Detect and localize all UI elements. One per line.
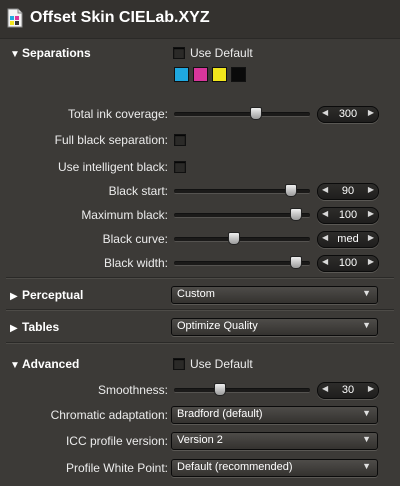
icc-profile-version-dropdown[interactable]: Version 2 ▼ xyxy=(171,432,378,450)
black-width-slider-knob[interactable] xyxy=(289,256,302,269)
disclosure-expanded-icon: ▼ xyxy=(10,360,20,371)
black-start-label: Black start: xyxy=(108,184,168,198)
total-ink-stepper[interactable]: ◀ 300 ▶ xyxy=(317,106,379,123)
smoothness-value[interactable]: 30 xyxy=(328,384,368,396)
increment-arrow-icon[interactable]: ▶ xyxy=(368,185,374,194)
section-divider xyxy=(6,277,394,279)
black-curve-slider-knob[interactable] xyxy=(228,232,241,245)
yellow-ink-swatch xyxy=(212,67,227,82)
black-start-value[interactable]: 90 xyxy=(328,185,368,197)
chromatic-adaptation-label: Chromatic adaptation: xyxy=(50,408,168,422)
smoothness-stepper[interactable]: ◀ 30 ▶ xyxy=(317,382,379,399)
cyan-ink-swatch xyxy=(174,67,189,82)
perceptual-section-toggle[interactable]: ▶ Perceptual xyxy=(10,288,83,302)
advanced-use-default-checkbox[interactable] xyxy=(173,358,185,370)
tables-selected: Optimize Quality xyxy=(177,320,258,332)
total-ink-slider-track[interactable] xyxy=(174,112,310,117)
maximum-black-slider-knob[interactable] xyxy=(289,208,302,221)
full-black-label: Full black separation: xyxy=(54,133,168,147)
chevron-down-icon: ▼ xyxy=(362,434,371,444)
increment-arrow-icon[interactable]: ▶ xyxy=(368,108,374,117)
black-width-value[interactable]: 100 xyxy=(328,257,368,269)
total-ink-label: Total ink coverage: xyxy=(67,107,168,121)
black-curve-stepper[interactable]: ◀ med ▶ xyxy=(317,231,379,248)
chromatic-adaptation-selected: Bradford (default) xyxy=(177,408,263,420)
chevron-down-icon: ▼ xyxy=(362,320,371,330)
separations-use-default-checkbox[interactable] xyxy=(173,47,185,59)
chevron-down-icon: ▼ xyxy=(362,288,371,298)
profile-white-point-label: Profile White Point: xyxy=(65,461,168,475)
black-start-stepper[interactable]: ◀ 90 ▶ xyxy=(317,183,379,200)
smoothness-label: Smoothness: xyxy=(97,383,168,397)
total-ink-slider-knob[interactable] xyxy=(249,107,262,120)
perceptual-dropdown[interactable]: Custom ▼ xyxy=(171,286,378,304)
increment-arrow-icon[interactable]: ▶ xyxy=(368,209,374,218)
increment-arrow-icon[interactable]: ▶ xyxy=(368,233,374,242)
maximum-black-label: Maximum black: xyxy=(81,208,168,222)
black-width-label: Black width: xyxy=(103,256,168,270)
advanced-section-toggle[interactable]: ▼ Advanced xyxy=(10,357,79,371)
magenta-ink-swatch xyxy=(193,67,208,82)
maximum-black-stepper[interactable]: ◀ 100 ▶ xyxy=(317,207,379,224)
window-title: Offset Skin CIELab.XYZ xyxy=(30,9,210,26)
section-divider xyxy=(6,309,394,311)
maximum-black-value[interactable]: 100 xyxy=(328,209,368,221)
black-curve-value[interactable]: med xyxy=(328,233,368,245)
section-divider xyxy=(6,342,394,344)
disclosure-collapsed-icon: ▶ xyxy=(10,291,18,302)
chromatic-adaptation-dropdown[interactable]: Bradford (default) ▼ xyxy=(171,406,378,424)
total-ink-value[interactable]: 300 xyxy=(328,108,368,120)
chevron-down-icon: ▼ xyxy=(362,461,371,471)
black-width-stepper[interactable]: ◀ 100 ▶ xyxy=(317,255,379,272)
disclosure-expanded-icon: ▼ xyxy=(10,49,20,60)
increment-arrow-icon[interactable]: ▶ xyxy=(368,384,374,393)
icc-profile-version-selected: Version 2 xyxy=(177,434,223,446)
profile-white-point-dropdown[interactable]: Default (recommended) ▼ xyxy=(171,459,378,477)
separations-heading: Separations xyxy=(22,46,91,60)
document-icon xyxy=(7,8,23,28)
smoothness-slider-knob[interactable] xyxy=(214,383,227,396)
smoothness-slider-track[interactable] xyxy=(174,388,310,393)
tables-dropdown[interactable]: Optimize Quality ▼ xyxy=(171,318,378,336)
perceptual-selected: Custom xyxy=(177,288,215,300)
black-start-slider-knob[interactable] xyxy=(284,184,297,197)
profile-white-point-selected: Default (recommended) xyxy=(177,461,293,473)
intelligent-black-label: Use intelligent black: xyxy=(57,160,168,174)
full-black-checkbox[interactable] xyxy=(174,134,186,146)
disclosure-collapsed-icon: ▶ xyxy=(10,323,18,334)
advanced-use-default-label: Use Default xyxy=(190,357,253,371)
separations-use-default-label: Use Default xyxy=(190,46,253,60)
tables-heading: Tables xyxy=(22,320,60,334)
black-curve-label: Black curve: xyxy=(102,232,168,246)
tables-section-toggle[interactable]: ▶ Tables xyxy=(10,320,59,334)
black-ink-swatch xyxy=(231,67,246,82)
increment-arrow-icon[interactable]: ▶ xyxy=(368,257,374,266)
black-curve-slider-track[interactable] xyxy=(174,237,310,242)
intelligent-black-checkbox[interactable] xyxy=(174,161,186,173)
chevron-down-icon: ▼ xyxy=(362,408,371,418)
advanced-heading: Advanced xyxy=(22,357,80,371)
perceptual-heading: Perceptual xyxy=(22,288,84,302)
separations-section-toggle[interactable]: ▼ Separations xyxy=(10,46,91,60)
icc-profile-version-label: ICC profile version: xyxy=(65,434,168,448)
